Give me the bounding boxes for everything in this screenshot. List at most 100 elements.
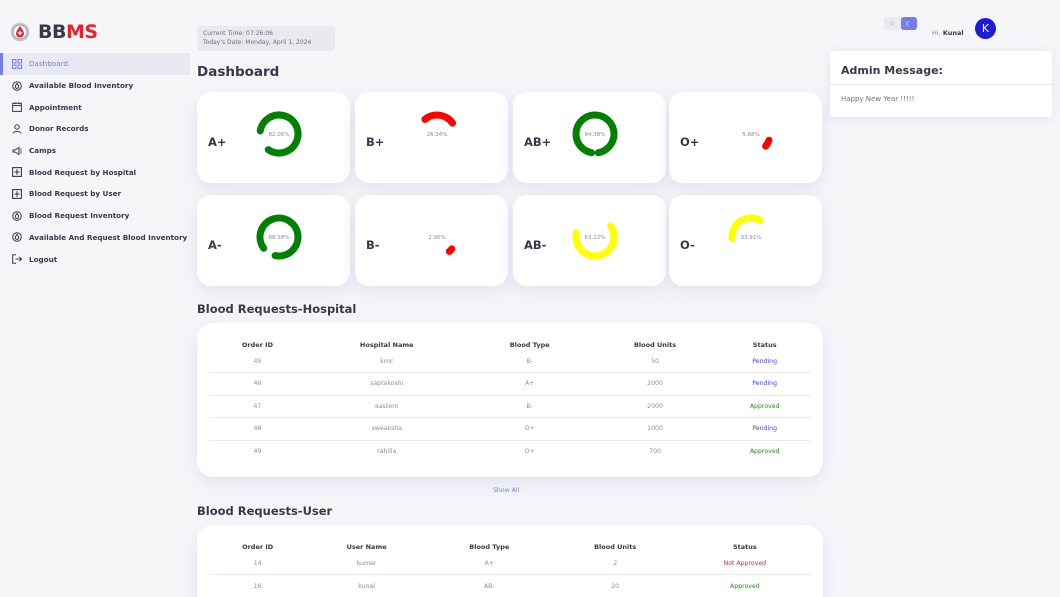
user-requests-card: Order ID User Name Blood Type Blood Units St… bbox=[197, 525, 823, 597]
main-content: Current Time: 07:26:06 Today's Date: Mon… bbox=[197, 0, 823, 597]
gauge-percent-label: 2.95% bbox=[428, 235, 445, 241]
blood-group-label: AB- bbox=[524, 238, 547, 252]
cell-units: 1000 bbox=[590, 417, 720, 441]
cell-status: Pending bbox=[719, 350, 810, 373]
today-date: Today's Date: Monday, April 1, 2024 bbox=[203, 39, 312, 46]
percentage-gauge: 88.38% bbox=[256, 214, 302, 260]
table-row: 45 kmc B- 50 Pending bbox=[210, 350, 810, 373]
column-header: Order ID bbox=[241, 340, 273, 349]
cell-name: kunal bbox=[358, 582, 375, 590]
megaphone-icon bbox=[12, 146, 22, 156]
column-header: User Name bbox=[346, 542, 387, 551]
cell-id: 14 bbox=[210, 552, 306, 575]
avatar[interactable]: K bbox=[975, 18, 996, 39]
datetime-box: Current Time: 07:26:06 Today's Date: Mon… bbox=[197, 26, 335, 51]
sidebar-item-dashboard[interactable]: Dashboard bbox=[0, 53, 190, 75]
gauge-arc bbox=[445, 245, 456, 255]
droplet-icon bbox=[12, 210, 22, 221]
cell-units: 20 bbox=[611, 582, 620, 590]
sidebar-item-donor-records[interactable]: Donor Records bbox=[0, 118, 190, 140]
blood-group-label: AB+ bbox=[524, 135, 552, 149]
calendar-icon bbox=[12, 102, 22, 113]
percentage-gauge: 94.38% bbox=[572, 111, 618, 157]
blood-card-opos: O+ 5.68% bbox=[669, 92, 822, 183]
page-title: Dashboard bbox=[197, 64, 280, 80]
percentage-gauge: 5.68% bbox=[742, 132, 773, 150]
gauge-arc bbox=[421, 111, 457, 127]
cell-id: 47 bbox=[210, 395, 305, 418]
moon-icon[interactable]: ☾ bbox=[900, 17, 917, 30]
gauge-percent-label: 63.22% bbox=[585, 235, 606, 241]
sidebar-item-label: Donor Records bbox=[29, 124, 89, 134]
cell-id: 45 bbox=[210, 350, 305, 373]
cell-units: 50 bbox=[590, 350, 720, 373]
column-header: Hospital Name bbox=[359, 340, 414, 349]
theme-toggle[interactable]: ☼ ☾ bbox=[884, 17, 917, 30]
sidebar-item-available-and-request-blood-inventory[interactable]: Available And Request Blood Inventory bbox=[0, 227, 190, 249]
cell-id: 16 bbox=[253, 582, 262, 590]
sidebar-item-label: Blood Request Inventory bbox=[29, 211, 130, 221]
blood-group-label: A+ bbox=[208, 135, 227, 149]
gauge-percent-label: 88.38% bbox=[269, 235, 290, 241]
sidebar-item-blood-request-by-hospital[interactable]: Blood Request by Hospital bbox=[0, 161, 190, 183]
cell-type: O+ bbox=[524, 448, 535, 455]
blood-card-bneg: B- 2.95% bbox=[355, 195, 508, 286]
blood-card-abneg: AB- 63.22% bbox=[513, 195, 666, 286]
logo[interactable]: BBMS bbox=[10, 21, 98, 43]
percentage-gauge: 2.95% bbox=[428, 235, 456, 255]
sidebar: BBMS Dashboard Available Blood Inventory A… bbox=[0, 0, 190, 597]
column-header: Blood Type bbox=[509, 340, 550, 349]
hospital-requests-title: Blood Requests-Hospital bbox=[197, 302, 357, 316]
blood-group-label: B+ bbox=[366, 135, 385, 149]
cell-type: AB- bbox=[483, 582, 495, 590]
cell-name: kumar bbox=[305, 552, 428, 575]
sidebar-item-available-blood-inventory[interactable]: Available Blood Inventory bbox=[0, 75, 190, 97]
percentage-gauge: 63.22% bbox=[572, 222, 618, 260]
sun-icon[interactable]: ☼ bbox=[884, 17, 901, 30]
admin-message-card: Admin Message: Happy New Year !!!!! bbox=[830, 51, 1052, 117]
sidebar-item-logout[interactable]: Logout bbox=[0, 248, 190, 270]
gauge-percent-label: 26.34% bbox=[427, 132, 448, 138]
sidebar-item-blood-request-inventory[interactable]: Blood Request Inventory bbox=[0, 205, 190, 227]
blood-group-label: O+ bbox=[680, 135, 700, 149]
sidebar-item-appointment[interactable]: Appointment bbox=[0, 96, 190, 118]
column-header: Blood Units bbox=[594, 542, 637, 551]
table-row: 47 eastern B- 2000 Approved bbox=[210, 395, 810, 418]
cell-name: sweaksha bbox=[304, 417, 469, 441]
show-all-link[interactable]: Show All bbox=[493, 487, 519, 494]
plus-box-icon bbox=[12, 167, 22, 178]
cell-type: A+ bbox=[427, 552, 551, 575]
column-header: Blood Units bbox=[633, 340, 677, 349]
user-name: Kunal bbox=[942, 29, 964, 37]
cell-units: 2 bbox=[550, 552, 680, 575]
cell-type: B- bbox=[468, 350, 591, 373]
blood-drop-logo-icon bbox=[10, 22, 30, 42]
logout-icon bbox=[12, 254, 22, 264]
grid-icon bbox=[12, 58, 22, 69]
percentage-gauge: 82.06% bbox=[256, 111, 302, 157]
cell-name: eastern bbox=[304, 395, 469, 418]
table-header-row: Order ID User Name Blood Type Blood Units St… bbox=[210, 539, 810, 552]
plus-box-icon bbox=[12, 189, 22, 199]
topbar: ☼ ☾ Hi, Kunal K bbox=[884, 14, 1054, 44]
blood-card-oneg: O- 33.91% bbox=[669, 195, 822, 286]
sidebar-item-blood-request-by-user[interactable]: Blood Request by User bbox=[0, 183, 190, 205]
cell-units: 2000 bbox=[590, 372, 720, 396]
table-row: 16 kunal AB- 20 Approved bbox=[210, 575, 810, 597]
table-row: 14 kumar A+ 2 Not Approved bbox=[210, 552, 810, 575]
droplet-icon bbox=[12, 232, 22, 243]
cell-type: O+ bbox=[468, 417, 591, 441]
cell-status: Approved bbox=[719, 395, 810, 418]
blood-card-apos: A+ 82.06% bbox=[197, 92, 350, 183]
sidebar-item-camps[interactable]: Camps bbox=[0, 140, 190, 162]
sidebar-item-label: Available Blood Inventory bbox=[29, 81, 134, 91]
cell-id: 48 bbox=[210, 417, 305, 441]
table-header-row: Order ID Hospital Name Blood Type Blood Uni… bbox=[210, 337, 810, 350]
blood-card-bpos: B+ 26.34% bbox=[355, 92, 508, 183]
cell-type: B- bbox=[468, 395, 591, 418]
cell-id: 49 bbox=[253, 448, 262, 455]
cell-type: A+ bbox=[468, 372, 591, 396]
sidebar-item-label: Appointment bbox=[29, 102, 82, 112]
logo-text: BBMS bbox=[38, 21, 98, 43]
user-requests-title: Blood Requests-User bbox=[197, 504, 333, 518]
